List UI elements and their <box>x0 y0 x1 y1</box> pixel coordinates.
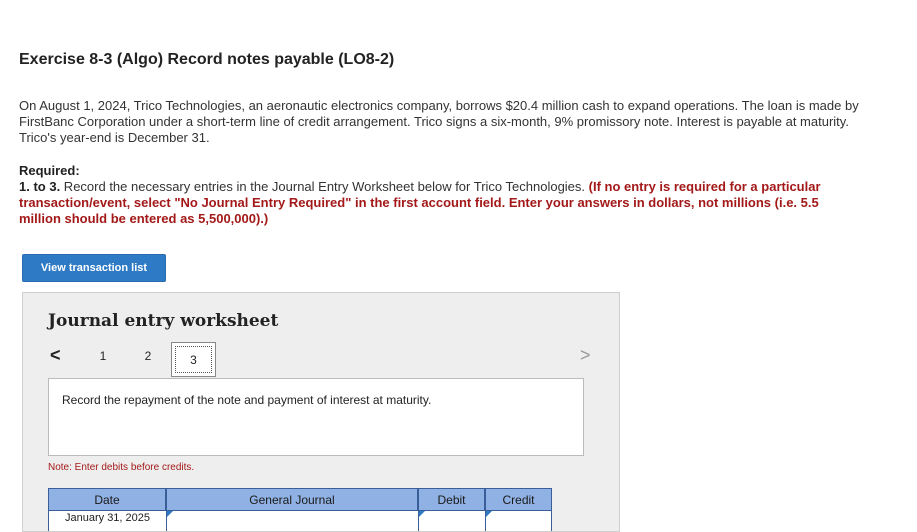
credit-input-indicator-icon[interactable] <box>486 511 492 517</box>
next-page-icon[interactable]: > <box>580 345 591 366</box>
entry-date-cell: January 31, 2025 <box>65 512 151 524</box>
required-instruction-text: Record the necessary entries in the Jour… <box>60 179 589 194</box>
debit-input-indicator-icon[interactable] <box>419 511 425 517</box>
required-text: 1. to 3. Record the necessary entries in… <box>19 179 849 227</box>
required-heading: Required: <box>19 163 80 178</box>
general-journal-column-header: General Journal <box>166 488 418 511</box>
credit-column-header: Credit <box>485 488 552 511</box>
exercise-title: Exercise 8-3 (Algo) Record notes payable… <box>19 51 395 68</box>
page-3-tab-active[interactable]: 3 <box>171 342 216 377</box>
view-transaction-list-button[interactable]: View transaction list <box>22 254 166 282</box>
transaction-description: Record the repayment of the note and pay… <box>62 393 432 407</box>
required-number: 1. to 3. <box>19 179 61 194</box>
debit-column-header: Debit <box>418 488 485 511</box>
date-column-header: Date <box>48 488 166 511</box>
page-2-link[interactable]: 2 <box>142 349 154 363</box>
journal-table-row: January 31, 2025 <box>48 511 552 531</box>
page-1-link[interactable]: 1 <box>97 349 109 363</box>
exercise-intro: On August 1, 2024, Trico Technologies, a… <box>19 98 859 145</box>
page-3-label: 3 <box>175 346 212 373</box>
account-dropdown-indicator-icon[interactable] <box>167 511 173 517</box>
debits-before-credits-note: Note: Enter debits before credits. <box>48 462 195 473</box>
worksheet-title: Journal entry worksheet <box>48 311 279 331</box>
previous-page-icon[interactable]: < <box>50 345 61 366</box>
transaction-description-box: Record the repayment of the note and pay… <box>48 378 584 456</box>
